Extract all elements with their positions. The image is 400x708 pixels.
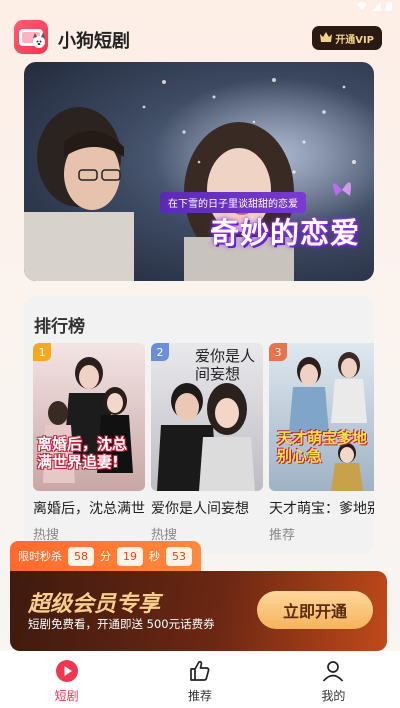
rank-badge: 2 [151, 343, 169, 361]
signal-icon [372, 1, 381, 11]
banner-subtitle: 在下雪的日子里谈甜甜的恋爱 [160, 192, 306, 213]
status-icons [357, 1, 392, 11]
ranking-heading: 排行榜 [34, 317, 85, 337]
promo-subtitle: 短剧免费看，开通即送 500元话费券 [28, 617, 215, 631]
vip-button-label: 开通VIP [335, 34, 374, 46]
ranking-item[interactable]: 离婚后，沈总满世界追妻! 1 离婚后，沈总满世界追妻！ 热搜 [33, 343, 145, 543]
drama-poster: 离婚后，沈总满世界追妻! 1 [33, 343, 145, 491]
poster-caption: 天才萌宝爹地别心急 [277, 429, 368, 465]
tab-recommend[interactable]: 推荐 [133, 651, 266, 708]
flash-sale-label: 限时秒杀 [18, 550, 62, 563]
ranking-item-tag: 推荐 [269, 528, 296, 543]
countdown-seconds: 53 [166, 546, 192, 566]
person-icon [323, 661, 344, 682]
vip-promo-banner[interactable]: 超级会员专享 短剧免费看，开通即送 500元话费券 立即开通 [10, 571, 387, 651]
app-logo [14, 20, 48, 54]
ranking-list: 离婚后，沈总满世界追妻! 1 离婚后，沈总满世界追妻！ 热搜 爱你是人间妄想 2… [33, 343, 374, 543]
crown-icon [320, 31, 333, 45]
rank-badge: 1 [33, 343, 51, 361]
ranking-item-title: 天才萌宝：爹地别心急 [269, 501, 374, 517]
drama-poster: 爱你是人间妄想 2 [151, 343, 263, 491]
ranking-item[interactable]: 天才萌宝爹地别心急 3 天才萌宝：爹地别心急 推荐 [269, 343, 374, 543]
poster-caption: 爱你是人间妄想 [195, 347, 256, 383]
flash-sale-timer: 限时秒杀 58 分 19 秒 53 [10, 541, 201, 571]
tab-dramas[interactable]: 短剧 [0, 651, 133, 708]
countdown-hours: 58 [68, 546, 94, 566]
countdown-unit: 秒 [149, 550, 160, 563]
battery-icon [386, 2, 392, 11]
ranking-item-title: 离婚后，沈总满世界追妻！ [33, 501, 145, 517]
tab-label: 短剧 [54, 689, 79, 703]
bottom-tab-bar: 短剧 推荐 我的 [0, 651, 400, 708]
app-header: 小狗短剧 开通VIP [0, 18, 400, 62]
tab-label: 我的 [321, 689, 346, 703]
countdown-unit: 分 [100, 550, 111, 563]
poster-caption: 离婚后，沈总满世界追妻! [37, 435, 128, 471]
promo-title: 超级会员专享 [28, 592, 161, 617]
drama-poster: 天才萌宝爹地别心急 3 [269, 343, 374, 491]
thumbs-up-icon [190, 660, 210, 681]
tab-label: 推荐 [187, 689, 212, 703]
tab-mine[interactable]: 我的 [267, 651, 400, 708]
countdown-minutes: 19 [117, 546, 143, 566]
app-title: 小狗短剧 [58, 31, 130, 52]
ranking-item-title: 爱你是人间妄想 [151, 501, 249, 517]
wifi-icon [357, 1, 367, 10]
status-bar [0, 0, 400, 14]
hero-banner[interactable]: 奇妙的恋爱 [24, 62, 374, 281]
ranking-section: 排行榜 离婚后，沈总满世界追妻! 1 离婚后，沈总满世界追妻！ 热搜 [24, 296, 374, 554]
play-circle-icon [55, 660, 78, 682]
ranking-item[interactable]: 爱你是人间妄想 2 爱你是人间妄想 热搜 [151, 343, 263, 543]
open-vip-button[interactable]: 立即开通 [257, 591, 373, 629]
vip-button[interactable]: 开通VIP [312, 26, 382, 50]
banner-title: 奇妙的恋爱 [209, 216, 360, 250]
rank-badge: 3 [269, 343, 287, 361]
